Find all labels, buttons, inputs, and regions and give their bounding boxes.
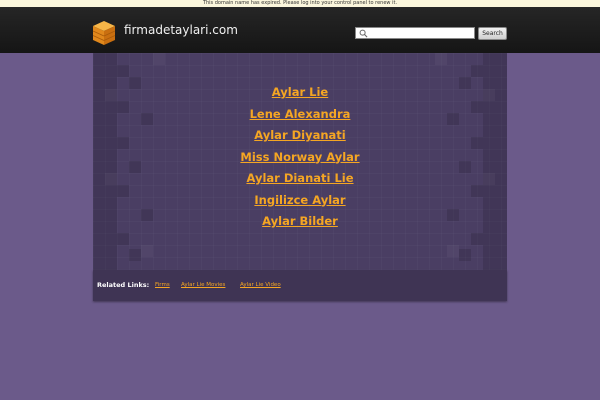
search-button[interactable]: Search: [478, 27, 507, 40]
sponsored-link-list: Aylar Lie Lene Alexandra Aylar Diyanati …: [93, 80, 507, 231]
list-item: Ingilizce Aylar: [93, 188, 507, 210]
link-aylar-diyanati[interactable]: Aylar Diyanati: [254, 128, 346, 142]
list-item: Miss Norway Aylar: [93, 145, 507, 167]
search-icon: [359, 29, 368, 38]
related-link-firms[interactable]: Firms: [155, 282, 170, 288]
link-aylar-bilder[interactable]: Aylar Bilder: [262, 214, 338, 228]
list-item: Aylar Dianati Lie: [93, 166, 507, 188]
link-miss-norway-aylar[interactable]: Miss Norway Aylar: [240, 150, 359, 164]
related-links-label: Related Links:: [97, 281, 150, 289]
domain-expired-notice: This domain name has expired. Please log…: [0, 0, 600, 7]
link-aylar-dianati-lie[interactable]: Aylar Dianati Lie: [246, 171, 353, 185]
search-input[interactable]: [369, 28, 473, 38]
related-links-bar: Related Links: Firms Aylar Lie Movies Ay…: [93, 270, 507, 301]
header-bar: firmadetaylari.com Search: [0, 7, 600, 53]
link-ingilizce-aylar[interactable]: Ingilizce Aylar: [254, 193, 345, 207]
list-item: Aylar Bilder: [93, 209, 507, 231]
link-aylar-lie[interactable]: Aylar Lie: [272, 85, 328, 99]
related-link-aylar-lie-video[interactable]: Aylar Lie Video: [240, 282, 281, 288]
search-field[interactable]: [355, 27, 475, 39]
list-item: Aylar Lie: [93, 80, 507, 102]
link-lene-alexandra[interactable]: Lene Alexandra: [250, 107, 351, 121]
related-link-aylar-lie-movies[interactable]: Aylar Lie Movies: [181, 282, 225, 288]
list-item: Lene Alexandra: [93, 102, 507, 124]
site-name[interactable]: firmadetaylari.com: [124, 23, 238, 37]
stacked-cube-logo-icon: [92, 21, 116, 45]
main-content-panel: Aylar Lie Lene Alexandra Aylar Diyanati …: [93, 53, 507, 270]
list-item: Aylar Diyanati: [93, 123, 507, 145]
